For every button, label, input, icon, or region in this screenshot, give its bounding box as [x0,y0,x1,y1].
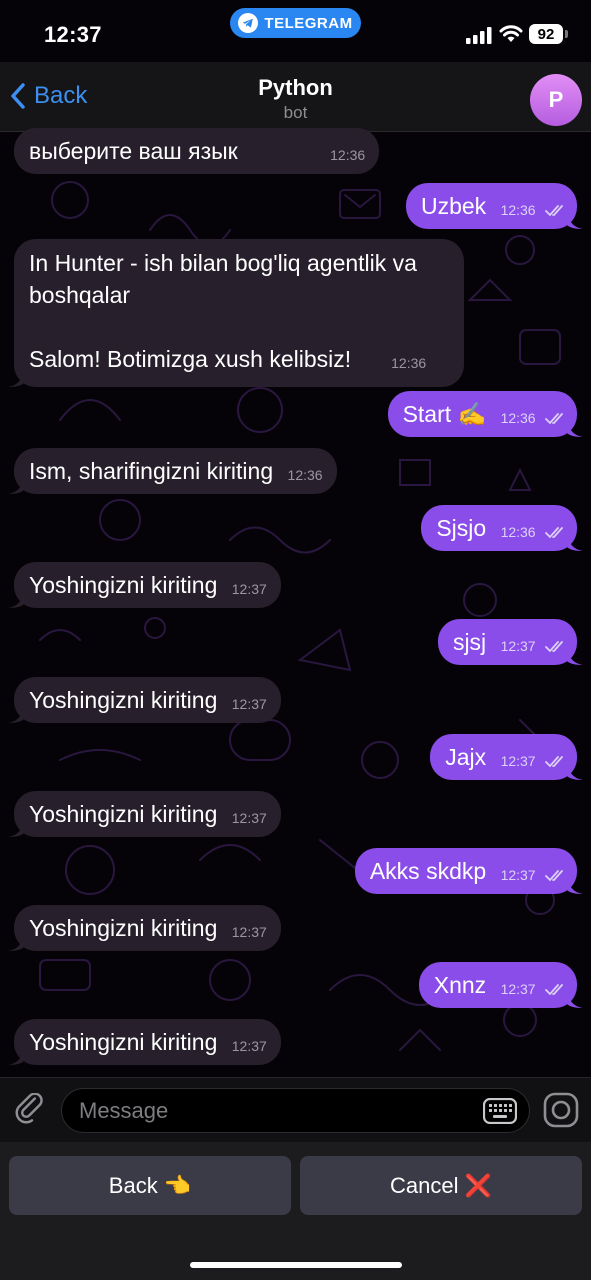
bubble-tail [8,476,24,494]
message-incoming[interactable]: Yoshingizni kiriting 12:37 [8,562,281,608]
message-outgoing[interactable]: Jajx 12:37 [430,734,583,780]
message-text: Yoshingizni kiriting [29,801,218,827]
message-incoming[interactable]: Ism, sharifingizni kiriting 12:36 [8,448,337,494]
message-time: 12:37 [231,581,267,597]
message-time: 12:37 [231,810,267,826]
message-time: 12:37 [500,981,536,997]
message-incoming[interactable]: выберите ваш язык 12:36 [14,128,380,174]
message-incoming[interactable]: Yoshingizni kiriting 12:37 [8,905,281,951]
battery-indicator: 92 [529,24,563,44]
battery-tip [565,30,568,38]
message-time: 12:37 [500,638,536,654]
read-checkmarks-icon [545,413,563,425]
chat-subtitle: bot [283,103,308,122]
avatar[interactable]: P [530,74,582,126]
home-indicator[interactable] [190,1262,402,1268]
message-text: Akks skdkp [369,858,487,884]
message-incoming[interactable]: In Hunter - ish bilan bog'liq agentlik v… [8,239,464,387]
keyboard-icon[interactable] [483,1098,517,1124]
bubble-tail [8,819,24,837]
bubble-tail [8,1047,24,1065]
cellular-signal-icon [466,27,492,44]
message-outgoing[interactable]: Uzbek 12:36 [405,183,583,229]
message-text-line-1: In Hunter - ish bilan bog'liq agentlik v… [29,250,417,308]
message-outgoing[interactable]: Start ✍️ 12:36 [387,391,583,437]
message-text: Jajx [445,744,487,770]
bubble-tail [8,590,24,608]
bubble-tail [8,369,24,387]
bubble-tail [567,876,583,894]
message-text: Start ✍️ [402,401,487,427]
message-time: 12:37 [231,1038,267,1054]
message-text: Yoshingizni kiriting [29,1029,218,1055]
message-incoming[interactable]: Yoshingizni kiriting 12:37 [8,677,281,723]
message-text: Ism, sharifingizni kiriting [29,458,274,484]
message-time: 12:37 [500,867,536,883]
read-checkmarks-icon [545,870,563,882]
message-time: 12:36 [330,147,366,163]
camera-icon[interactable] [543,1092,579,1128]
message-text: Yoshingizni kiriting [29,572,218,598]
message-time: 12:36 [500,524,536,540]
keyboard-back-button[interactable]: Back 👈 [9,1156,291,1215]
message-input[interactable] [61,1088,530,1133]
message-text: Yoshingizni kiriting [29,915,218,941]
bubble-tail [567,533,583,551]
message-text: Yoshingizni kiriting [29,687,218,713]
read-checkmarks-icon [545,527,563,539]
paperclip-icon[interactable] [14,1093,48,1127]
message-composer [0,1077,591,1142]
message-incoming[interactable]: Yoshingizni kiriting 12:37 [8,791,281,837]
chat-header: Back Python bot P [0,62,591,132]
telegram-pill[interactable]: TELEGRAM [230,8,361,38]
read-checkmarks-icon [545,641,563,653]
bubble-tail [567,211,583,229]
message-time: 12:37 [231,924,267,940]
message-outgoing[interactable]: Xnnz 12:37 [418,962,583,1008]
telegram-pill-label: TELEGRAM [264,14,353,32]
message-text: Sjsjo [436,515,487,541]
bubble-tail [567,990,583,1008]
message-time: 12:36 [287,467,323,483]
bubble-tail [567,647,583,665]
message-incoming[interactable]: Yoshingizni kiriting 12:37 [8,1019,281,1065]
read-checkmarks-icon [545,984,563,996]
wifi-icon [499,25,523,42]
message-outgoing[interactable]: sjsj 12:37 [437,619,583,665]
telegram-plane-icon [238,13,259,33]
reply-keyboard: Back 👈 Cancel ❌ [0,1142,591,1280]
message-outgoing[interactable]: Akks skdkp 12:37 [354,848,583,894]
chat-title[interactable]: Python [0,75,591,101]
bubble-tail [8,933,24,951]
message-text: sjsj [452,629,487,655]
read-checkmarks-icon [545,756,563,768]
message-text: выберите ваш язык [29,138,238,164]
bubble-tail [567,419,583,437]
bubble-tail [567,762,583,780]
message-text-line-2: Salom! Botimizga xush kelibsiz! 12:36 [29,346,427,372]
message-time: 12:36 [391,355,427,371]
status-time: 12:37 [44,22,102,47]
message-time: 12:37 [231,696,267,712]
status-bar: 12:37 TELEGRAM 92 [0,0,591,62]
message-time: 12:36 [500,202,536,218]
read-checkmarks-icon [545,205,563,217]
message-text: Xnnz [433,972,487,998]
message-time: 12:37 [500,753,536,769]
message-time: 12:36 [500,410,536,426]
keyboard-cancel-button[interactable]: Cancel ❌ [300,1156,582,1215]
bubble-tail [8,705,24,723]
message-outgoing[interactable]: Sjsjo 12:36 [421,505,583,551]
message-text: Uzbek [420,193,487,219]
